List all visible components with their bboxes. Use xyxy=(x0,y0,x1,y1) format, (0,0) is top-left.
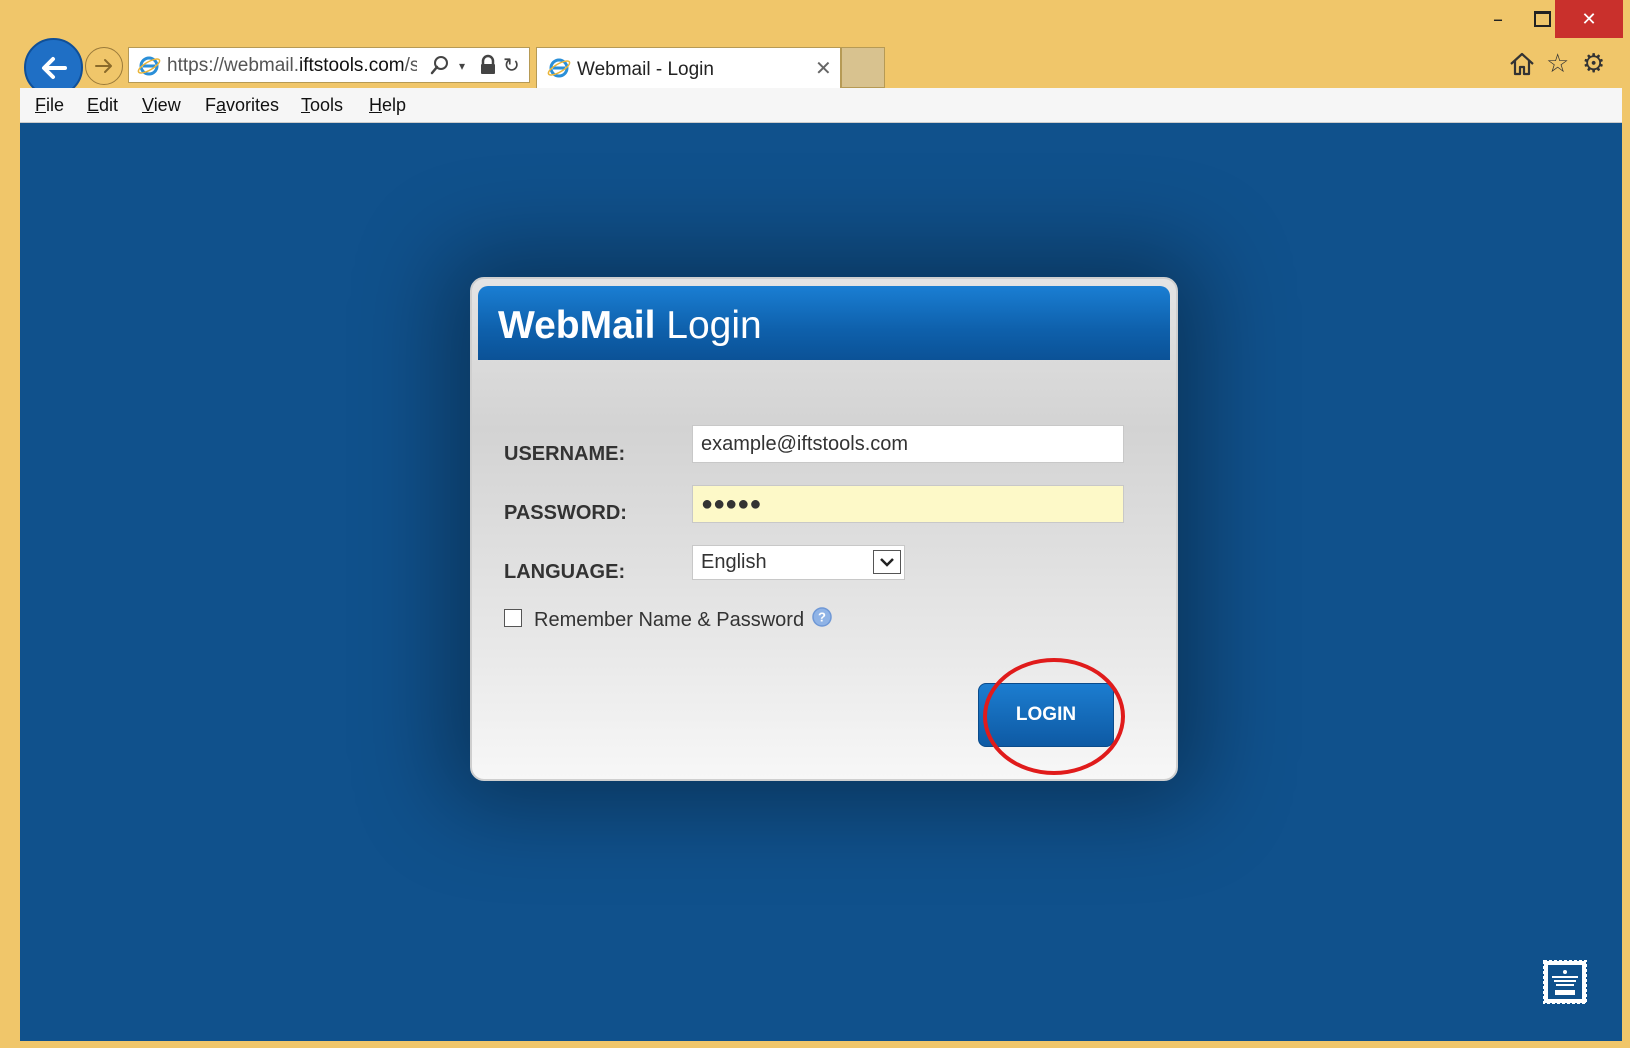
lock-icon[interactable] xyxy=(479,54,497,76)
menu-file[interactable]: File xyxy=(35,95,64,116)
mail-stamp-icon xyxy=(1543,960,1587,1004)
gear-icon[interactable]: ⚙ xyxy=(1582,49,1605,79)
forward-arrow-icon xyxy=(95,59,112,73)
language-label: LANGUAGE: xyxy=(504,561,626,583)
menu-view[interactable]: View xyxy=(142,95,181,116)
close-tab-icon[interactable]: ✕ xyxy=(815,56,832,80)
internet-explorer-icon xyxy=(547,58,571,78)
chevron-down-icon xyxy=(880,558,894,567)
browser-window: – ✕ https://webmail.iftstools.com/s ▾ ↻ … xyxy=(0,0,1630,1048)
language-select[interactable]: English xyxy=(692,545,905,580)
password-input[interactable] xyxy=(692,485,1124,523)
menu-favorites[interactable]: Favorites xyxy=(205,95,279,116)
search-icon[interactable] xyxy=(429,54,451,76)
username-input[interactable] xyxy=(692,425,1124,463)
star-icon[interactable]: ☆ xyxy=(1546,49,1569,79)
home-icon[interactable] xyxy=(1508,50,1536,78)
new-tab-button[interactable] xyxy=(841,47,885,88)
url-domain: iftstools.com xyxy=(299,55,405,76)
menu-bar: File Edit View Favorites Tools Help xyxy=(20,88,1622,123)
internet-explorer-icon xyxy=(137,56,161,76)
username-label: USERNAME: xyxy=(504,443,626,465)
tab-title: Webmail - Login xyxy=(577,59,714,80)
forward-button[interactable] xyxy=(85,47,123,85)
help-icon[interactable]: ? xyxy=(811,606,833,628)
page-title: WebMail Login xyxy=(498,304,762,347)
login-panel: WebMail Login USERNAME: PASSWORD: LANGUA… xyxy=(470,277,1178,781)
url-scheme: https://webmail. xyxy=(167,55,299,76)
tab-webmail-login[interactable]: Webmail - Login ✕ xyxy=(536,47,841,88)
menu-help[interactable]: Help xyxy=(369,95,406,116)
language-selected-value: English xyxy=(701,551,767,573)
address-bar[interactable]: https://webmail.iftstools.com/s ▾ ↻ xyxy=(128,47,530,83)
back-arrow-icon xyxy=(41,56,67,79)
remember-checkbox[interactable] xyxy=(504,609,522,627)
maximize-icon xyxy=(1533,11,1551,27)
login-panel-header: WebMail Login xyxy=(478,286,1170,360)
url-text[interactable]: https://webmail.iftstools.com/s xyxy=(167,55,417,77)
refresh-icon[interactable]: ↻ xyxy=(503,53,520,77)
close-window-button[interactable]: ✕ xyxy=(1555,0,1623,38)
select-dropdown-button[interactable] xyxy=(873,550,901,574)
password-label: PASSWORD: xyxy=(504,502,627,524)
chevron-down-icon[interactable]: ▾ xyxy=(459,59,465,73)
page-content: WebMail Login USERNAME: PASSWORD: LANGUA… xyxy=(20,123,1622,1041)
url-path: /s xyxy=(404,55,417,76)
svg-text:?: ? xyxy=(818,610,826,625)
minimize-button[interactable]: – xyxy=(1476,0,1520,38)
login-button[interactable]: LOGIN xyxy=(978,683,1114,747)
remember-label[interactable]: Remember Name & Password xyxy=(534,609,804,632)
menu-edit[interactable]: Edit xyxy=(87,95,118,116)
menu-tools[interactable]: Tools xyxy=(301,95,343,116)
